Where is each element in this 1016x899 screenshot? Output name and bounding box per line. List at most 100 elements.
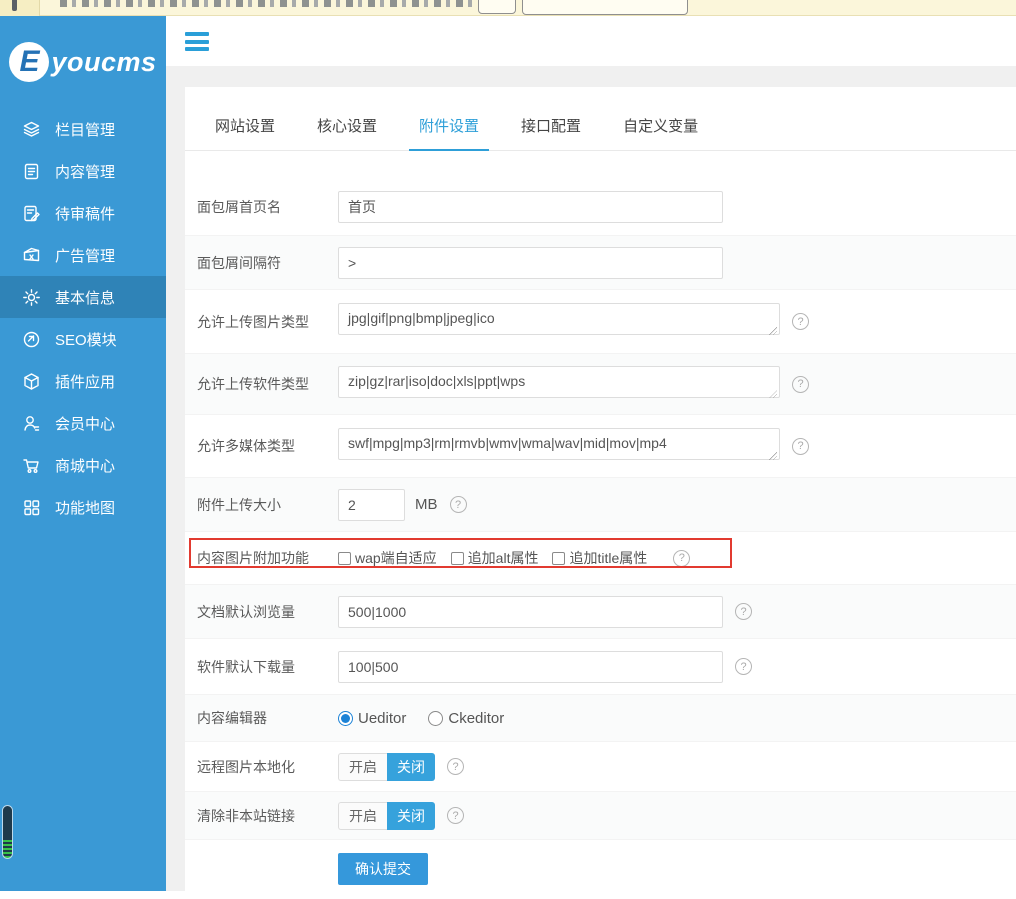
sidebar-item-label: 功能地图	[55, 497, 115, 518]
hamburger-menu-icon[interactable]	[185, 32, 209, 51]
form-row-clear-external-links: 清除非本站链接 开启 关闭 ?	[185, 791, 1016, 840]
sidebar-item-ad-manage[interactable]: 广告管理	[0, 234, 166, 276]
sidebar-item-function-map[interactable]: 功能地图	[0, 486, 166, 528]
image-types-textarea[interactable]: jpg|gif|png|bmp|jpeg|ico	[338, 303, 780, 335]
sidebar-item-label: 栏目管理	[55, 119, 115, 140]
help-icon[interactable]: ?	[792, 313, 809, 330]
sidebar-item-plugins[interactable]: 插件应用	[0, 360, 166, 402]
remote-image-toggle: 开启 关闭	[338, 753, 435, 781]
member-icon	[22, 414, 41, 433]
help-icon[interactable]: ?	[792, 376, 809, 393]
media-types-textarea[interactable]: swf|mpg|mp3|rm|rmvb|wmv|wma|wav|mid|mov|…	[338, 428, 780, 460]
checkbox-label: 追加title属性	[569, 548, 647, 568]
checkbox-wap-adaptive[interactable]: wap端自适应	[338, 548, 437, 568]
help-icon[interactable]: ?	[447, 807, 464, 824]
submit-button[interactable]: 确认提交	[338, 853, 428, 885]
sidebar-item-label: 插件应用	[55, 371, 115, 392]
radio-icon[interactable]	[338, 711, 353, 726]
field-label: 面包屑间隔符	[197, 253, 338, 273]
radio-ckeditor[interactable]: Ckeditor	[428, 710, 504, 727]
checkbox-icon[interactable]	[451, 552, 464, 565]
sidebar-item-column-manage[interactable]: 栏目管理	[0, 108, 166, 150]
checkbox-icon[interactable]	[552, 552, 565, 565]
form-row-doc-default-views: 文档默认浏览量 ?	[185, 584, 1016, 639]
help-icon[interactable]: ?	[673, 550, 690, 567]
help-icon[interactable]: ?	[450, 496, 467, 513]
toolbar-input-box[interactable]	[522, 0, 688, 15]
form-row-media-types: 允许多媒体类型 swf|mpg|mp3|rm|rmvb|wmv|wma|wav|…	[185, 415, 1016, 477]
sidebar-item-label: 内容管理	[55, 161, 115, 182]
settings-card: 网站设置 核心设置 附件设置 接口配置 自定义变量 面包屑首页名 面包屑间隔符 …	[185, 87, 1016, 891]
field-label: 清除非本站链接	[197, 806, 338, 826]
tab-api-config[interactable]: 接口配置	[511, 115, 591, 150]
field-label: 远程图片本地化	[197, 757, 338, 777]
form-row-content-editor: 内容编辑器 Ueditor Ckeditor	[185, 694, 1016, 742]
sidebar-item-member-center[interactable]: 会员中心	[0, 402, 166, 444]
submit-row: 确认提交	[185, 840, 1016, 899]
sidebar-item-pending-drafts[interactable]: 待审稿件	[0, 192, 166, 234]
link-icon	[22, 330, 41, 349]
toggle-off-button[interactable]: 关闭	[387, 802, 435, 830]
form-row-soft-default-downloads: 软件默认下载量 ?	[185, 639, 1016, 694]
radio-ueditor[interactable]: Ueditor	[338, 710, 406, 727]
field-label: 文档默认浏览量	[197, 602, 338, 622]
tab-custom-variables[interactable]: 自定义变量	[613, 115, 708, 150]
sidebar-menu: 栏目管理 内容管理 待审稿件 广告管理 基本信息 SEO模块 插件应用 会员中	[0, 108, 166, 528]
settings-tabbar: 网站设置 核心设置 附件设置 接口配置 自定义变量	[185, 87, 1016, 151]
logo[interactable]: E youcms	[0, 38, 166, 86]
top-bar-left-segment	[0, 0, 40, 16]
checkbox-append-alt[interactable]: 追加alt属性	[451, 548, 539, 568]
form-row-software-types: 允许上传软件类型 zip|gz|rar|iso|doc|xls|ppt|wps …	[185, 353, 1016, 415]
breadcrumb-home-input[interactable]	[338, 191, 723, 223]
sidebar: E youcms 栏目管理 内容管理 待审稿件 广告管理 基本信息 SEO模块	[0, 16, 166, 891]
draft-review-icon	[22, 204, 41, 223]
clear-links-toggle: 开启 关闭	[338, 802, 435, 830]
help-icon[interactable]: ?	[735, 658, 752, 675]
logo-text: youcms	[51, 47, 156, 78]
soft-downloads-input[interactable]	[338, 651, 723, 683]
form-row-image-types: 允许上传图片类型 jpg|gif|png|bmp|jpeg|ico ?	[185, 290, 1016, 353]
toggle-on-button[interactable]: 开启	[338, 802, 387, 830]
form-row-breadcrumb-separator: 面包屑间隔符	[185, 235, 1016, 290]
field-label: 软件默认下载量	[197, 657, 338, 677]
sidebar-item-mall-center[interactable]: 商城中心	[0, 444, 166, 486]
sidebar-item-label: 待审稿件	[55, 203, 115, 224]
tab-site-settings[interactable]: 网站设置	[205, 115, 285, 150]
sidebar-item-label: SEO模块	[55, 329, 117, 350]
sidebar-item-label: 基本信息	[55, 287, 115, 308]
header-bar	[166, 16, 1016, 66]
toolbar-button-box[interactable]	[478, 0, 516, 14]
radio-icon[interactable]	[428, 711, 443, 726]
field-label: 面包屑首页名	[197, 197, 338, 217]
battery-indicator-widget	[2, 805, 13, 859]
doc-views-input[interactable]	[338, 596, 723, 628]
sidebar-item-basic-info[interactable]: 基本信息	[0, 276, 166, 318]
checkbox-icon[interactable]	[338, 552, 351, 565]
help-icon[interactable]: ?	[792, 438, 809, 455]
sidebar-item-seo-module[interactable]: SEO模块	[0, 318, 166, 360]
field-label: 允许上传软件类型	[197, 374, 338, 394]
help-icon[interactable]: ?	[735, 603, 752, 620]
field-label: 附件上传大小	[197, 495, 338, 515]
sidebar-item-content-manage[interactable]: 内容管理	[0, 150, 166, 192]
toggle-on-button[interactable]: 开启	[338, 753, 387, 781]
toggle-off-button[interactable]: 关闭	[387, 753, 435, 781]
breadcrumb-separator-input[interactable]	[338, 247, 723, 279]
radio-label: Ueditor	[358, 710, 406, 727]
form-row-upload-size: 附件上传大小 MB ?	[185, 477, 1016, 532]
ad-icon	[22, 246, 41, 265]
pin-icon	[12, 0, 17, 11]
document-icon	[22, 162, 41, 181]
tab-core-settings[interactable]: 核心设置	[307, 115, 387, 150]
tab-attachment-settings[interactable]: 附件设置	[409, 115, 489, 151]
sidebar-item-label: 广告管理	[55, 245, 115, 266]
software-types-textarea[interactable]: zip|gz|rar|iso|doc|xls|ppt|wps	[338, 366, 780, 398]
gear-icon	[22, 288, 41, 307]
help-icon[interactable]: ?	[447, 758, 464, 775]
cart-icon	[22, 456, 41, 475]
upload-size-input[interactable]	[338, 489, 405, 521]
top-yellow-bar	[0, 0, 1016, 16]
form-row-remote-image-localize: 远程图片本地化 开启 关闭 ?	[185, 742, 1016, 791]
checkbox-append-title[interactable]: 追加title属性	[552, 548, 647, 568]
sidebar-item-label: 会员中心	[55, 413, 115, 434]
